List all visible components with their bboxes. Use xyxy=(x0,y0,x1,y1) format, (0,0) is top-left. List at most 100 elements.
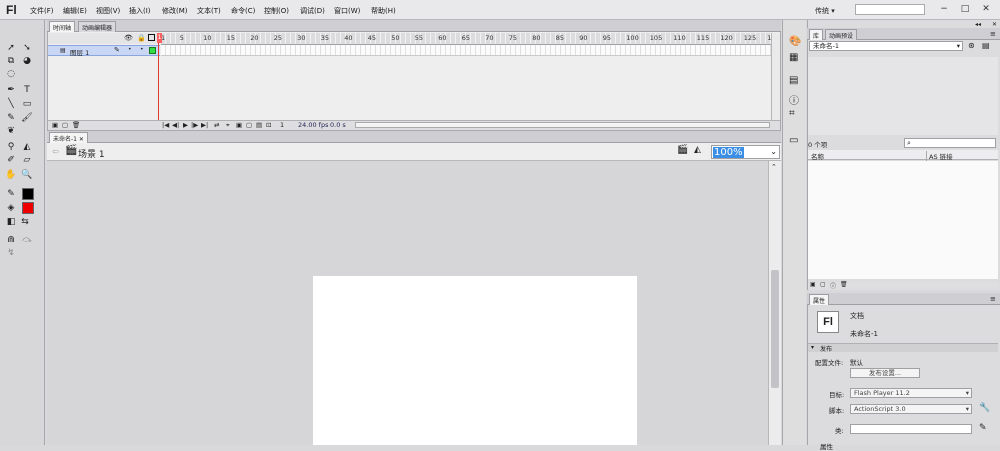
3d-rotation-icon[interactable]: ◕ xyxy=(20,54,34,68)
visible-dot-icon[interactable]: • xyxy=(128,46,132,53)
first-frame-icon[interactable]: |◀ xyxy=(162,121,169,129)
chevron-down-icon[interactable]: ▾ xyxy=(966,389,969,397)
pen-tool-icon[interactable]: ✒ xyxy=(4,83,18,97)
chevron-down-icon[interactable]: ⌄ xyxy=(770,147,777,156)
delete-layer-icon[interactable]: 🗑 xyxy=(72,121,80,129)
menu-item-4[interactable]: 修改(M) xyxy=(162,6,188,16)
hand-tool-icon[interactable]: ✋ xyxy=(4,168,18,182)
column-name[interactable]: 名称 xyxy=(811,151,824,161)
library-search-input[interactable]: ⌕ xyxy=(904,138,996,148)
close-icon[interactable]: ✕ xyxy=(978,3,994,15)
back-arrow-icon[interactable]: ⇦ xyxy=(52,147,59,156)
panel-collapse-icon[interactable]: ◂◂ xyxy=(975,21,981,28)
section-toggle-icon[interactable]: ▾ xyxy=(811,344,814,351)
timeline-horizontal-scrollbar[interactable] xyxy=(355,122,770,128)
stroke-color-swatch[interactable] xyxy=(22,188,34,200)
wrench-icon[interactable]: 🔧 xyxy=(979,403,990,413)
menu-item-0[interactable]: 文件(F) xyxy=(30,6,54,16)
smooth-icon[interactable]: ⤼ xyxy=(20,233,34,247)
workspace-switcher[interactable]: 传统 ▾ xyxy=(815,6,835,16)
menu-item-1[interactable]: 编辑(E) xyxy=(63,6,87,16)
eraser-tool-icon[interactable]: ▱ xyxy=(20,153,34,167)
transform-icon[interactable]: ⌗ xyxy=(789,108,795,119)
menu-item-2[interactable]: 视图(V) xyxy=(96,6,120,16)
onion-skin-icon[interactable]: ▣ xyxy=(236,121,242,129)
target-select[interactable]: Flash Player 11.2 ▾ xyxy=(850,388,972,398)
tab-motion-editor[interactable]: 动画编辑器 xyxy=(78,21,117,32)
tab-timeline[interactable]: 时间轴 xyxy=(49,21,76,32)
publish-section-header[interactable]: ▾ 发布 xyxy=(808,343,998,353)
prev-frame-icon[interactable]: ◀| xyxy=(172,121,179,129)
lock-icon[interactable]: 🔒 xyxy=(137,34,146,42)
frame-ruler[interactable]: 1 5 10 15 20 25 30 35 40 45 50 55 60 65 70 75 80 85 90 95 10… xyxy=(161,33,780,45)
playhead[interactable] xyxy=(158,33,162,128)
menu-item-6[interactable]: 命令(C) xyxy=(231,6,255,16)
class-input[interactable] xyxy=(850,424,972,434)
selection-tool-icon[interactable]: ➚ xyxy=(4,41,18,55)
subselection-tool-icon[interactable]: ➘ xyxy=(20,41,34,55)
outline-icon[interactable] xyxy=(148,34,155,41)
line-tool-icon[interactable]: ╲ xyxy=(4,97,18,111)
library-document-select[interactable]: 未命名-1 ▾ xyxy=(809,41,963,51)
panel-menu-icon[interactable]: ≡ xyxy=(990,30,996,38)
onion-outline-icon[interactable]: ▢ xyxy=(246,121,252,129)
timeline-vertical-scrollbar[interactable] xyxy=(771,33,780,120)
align-icon[interactable]: ▤ xyxy=(789,75,798,86)
lasso-tool-icon[interactable]: ◌ xyxy=(4,67,18,81)
chevron-down-icon[interactable]: ▾ xyxy=(957,42,960,50)
edit-multiple-icon[interactable]: ▤ xyxy=(256,121,262,129)
pencil-tool-icon[interactable]: ✎ xyxy=(4,111,18,125)
paint-bucket-icon[interactable]: ◭ xyxy=(20,140,34,154)
fill-color-swatch[interactable] xyxy=(22,202,34,214)
menu-item-10[interactable]: 帮助(H) xyxy=(371,6,396,16)
new-folder-icon[interactable]: ▢ xyxy=(62,121,68,129)
zoom-select[interactable]: 100% ⌄ xyxy=(711,145,780,159)
play-icon[interactable]: ▶ xyxy=(183,121,188,129)
new-layer-icon[interactable]: ▣ xyxy=(52,121,58,129)
minimize-icon[interactable]: − xyxy=(936,3,952,15)
properties-icon[interactable]: ⓘ xyxy=(830,281,836,290)
center-frame-icon[interactable]: ⌖ xyxy=(226,121,230,130)
bone-tool-icon[interactable]: ⚲ xyxy=(4,140,18,154)
publish-settings-button[interactable]: 发布设置... xyxy=(850,368,920,378)
new-symbol-icon[interactable]: ▣ xyxy=(810,281,816,288)
delete-icon[interactable]: 🗑 xyxy=(840,281,848,288)
edit-symbol-icon[interactable]: ◭ xyxy=(694,145,701,155)
brush-tool-icon[interactable]: 🖌 xyxy=(20,111,34,125)
script-select[interactable]: ActionScript 3.0 ▾ xyxy=(850,404,972,414)
swap-colors-icon[interactable]: ⇆ xyxy=(18,215,32,229)
black-white-icon[interactable]: ◧ xyxy=(4,215,18,229)
scroll-thumb[interactable] xyxy=(771,270,779,388)
components-icon[interactable]: ▭ xyxy=(789,135,798,146)
snap-to-objects-icon[interactable]: ⋒ xyxy=(4,233,18,247)
tab-library[interactable]: 库 xyxy=(809,29,824,40)
straighten-icon[interactable]: ↯ xyxy=(4,246,18,260)
stage[interactable] xyxy=(313,276,637,445)
frame-row[interactable] xyxy=(161,45,771,56)
tab-document[interactable]: 未命名-1 ✕ xyxy=(49,132,88,143)
column-as-linkage[interactable]: AS 链接 xyxy=(926,151,953,161)
deco-tool-icon[interactable]: ❦ xyxy=(4,124,18,138)
eyedropper-icon[interactable]: ✐ xyxy=(4,153,18,167)
color-panel-icon[interactable]: 🎨 xyxy=(789,36,801,47)
layer-name[interactable]: 图层 1 xyxy=(70,47,89,57)
tab-motion-presets[interactable]: 动画预设 xyxy=(825,29,858,40)
new-folder-icon[interactable]: ▢ xyxy=(820,281,826,288)
swatches-icon[interactable]: ▦ xyxy=(789,52,798,63)
panel-close-icon[interactable]: ✕ xyxy=(992,21,997,28)
current-frame[interactable]: 1 xyxy=(280,121,284,129)
zoom-tool-icon[interactable]: 🔍 xyxy=(20,168,34,182)
help-search-input[interactable] xyxy=(855,4,925,15)
layer-row[interactable]: ▤ 图层 1 ✎ • • xyxy=(48,45,160,57)
layer-color-icon[interactable] xyxy=(149,47,156,54)
pin-icon[interactable]: ⊛ xyxy=(968,41,975,50)
panel-menu-icon[interactable]: ≡ xyxy=(990,295,996,303)
menu-item-8[interactable]: 调试(D) xyxy=(300,6,325,16)
tab-properties[interactable]: 属性 xyxy=(809,294,830,305)
playhead-marker[interactable]: 1 xyxy=(157,33,162,43)
menu-item-7[interactable]: 控制(O) xyxy=(264,6,289,16)
close-icon[interactable]: ✕ xyxy=(79,136,84,143)
lock-dot-icon[interactable]: • xyxy=(140,46,144,53)
loop-icon[interactable]: ⇄ xyxy=(214,121,219,129)
free-transform-icon[interactable]: ⧉ xyxy=(4,54,18,68)
